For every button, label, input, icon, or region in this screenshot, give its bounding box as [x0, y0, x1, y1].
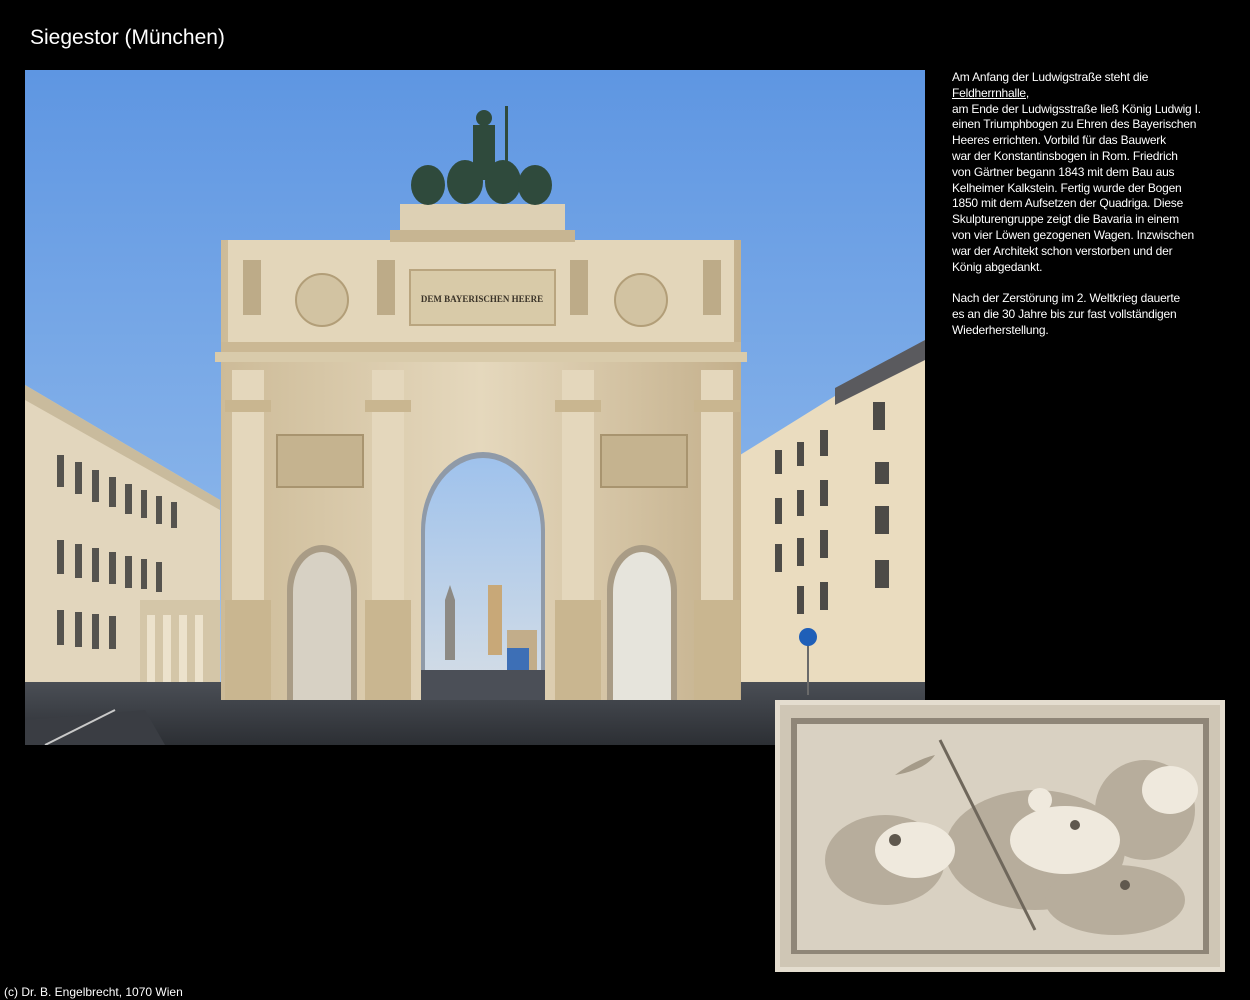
description-line-1: Am Anfang der Ludwigstraße steht die [952, 70, 1149, 84]
copyright-text: (c) Dr. B. Engelbrecht, 1070 Wien [4, 985, 183, 999]
description-line: Nach der Zerstörung im 2. Weltkrieg daue… [952, 291, 1180, 306]
description-line: von vier Löwen gezogenen Wagen. Inzwisch… [952, 227, 1194, 242]
description-line: einen Triumphbogen zu Ehren des Bayerisc… [952, 117, 1197, 132]
description-line: am Ende der Ludwigsstraße ließ König Lud… [952, 101, 1201, 116]
description-line: 1850 mit dem Aufsetzen der Quadriga. Die… [952, 196, 1184, 211]
description-line: war der Architekt schon verstorben und d… [952, 243, 1173, 258]
description-line: war der Konstantinsbogen in Rom. Friedri… [952, 148, 1178, 163]
description-line: Kelheimer Kalkstein. Fertig wurde der Bo… [952, 180, 1182, 195]
description-line: von Gärtner begann 1843 mit dem Bau aus [952, 164, 1175, 179]
description-line: Skulpturengruppe zeigt die Bavaria in ei… [952, 212, 1179, 227]
feldherrnhalle-link[interactable]: Feldherrnhalle, [952, 86, 1029, 100]
inscription-text: DEM BAYERISCHEN HEERE [421, 294, 543, 304]
description-line: Heeres errichten. Vorbild für das Bauwer… [952, 133, 1166, 148]
description-line: König abgedankt. [952, 259, 1043, 274]
description-line: Wiederherstellung. [952, 322, 1049, 337]
page-title: Siegestor (München) [30, 26, 225, 49]
description-line: es an die 30 Jahre bis zur fast vollstän… [952, 306, 1177, 321]
description-text: Am Anfang der Ludwigstraße steht die Fel… [952, 70, 1242, 339]
siegestor-photo: DEM BAYERISCHEN HEERE [25, 70, 925, 745]
relief-photo [775, 700, 1225, 972]
